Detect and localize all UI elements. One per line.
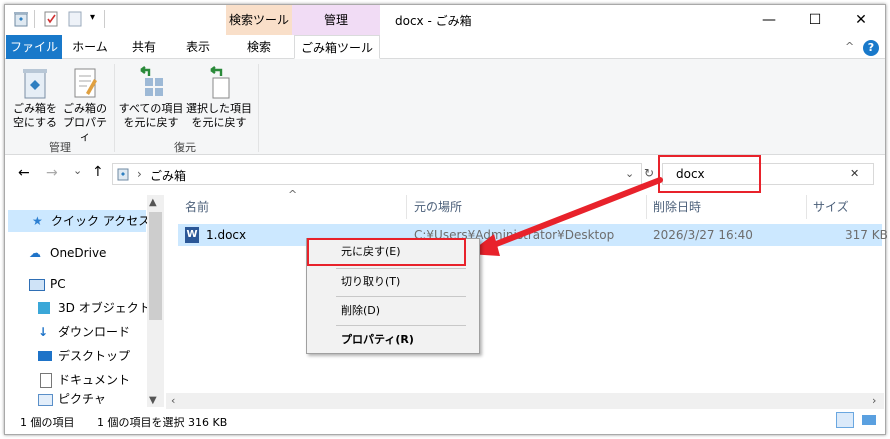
details-view-icon[interactable] (836, 412, 854, 428)
menu-item-delete[interactable]: 削除(D) (307, 300, 479, 322)
status-selection: 1 個の項目を選択 316 KB (97, 416, 228, 429)
restore-highlight-box (307, 238, 466, 266)
status-item-count: 1 個の項目 (20, 416, 75, 429)
large-icons-view-icon[interactable] (860, 412, 878, 428)
menu-item-cut[interactable]: 切り取り(T) (307, 271, 479, 293)
menu-item-properties[interactable]: プロパティ(R) (307, 329, 479, 351)
menu-separator (336, 325, 466, 326)
menu-separator (336, 296, 466, 297)
annotation-arrow (468, 177, 663, 256)
menu-separator (336, 268, 466, 269)
